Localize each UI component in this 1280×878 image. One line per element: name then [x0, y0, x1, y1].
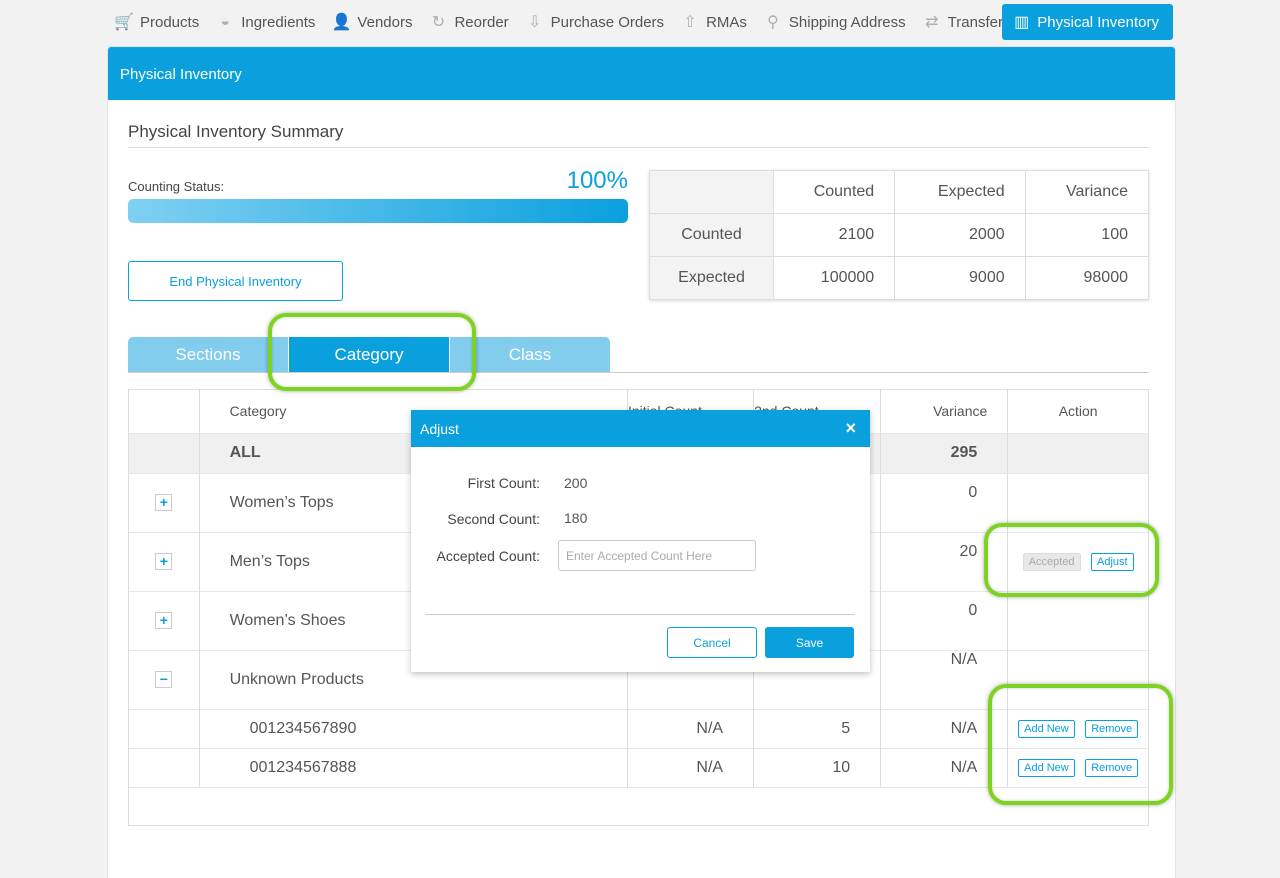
expand-icon[interactable]: +: [155, 552, 173, 570]
nav-label: Purchase Orders: [550, 13, 665, 31]
nav-vendors[interactable]: 👤 Vendors: [325, 4, 418, 40]
nav-physical-inventory[interactable]: ▥ Physical Inventory: [1002, 4, 1173, 40]
nav-transfer[interactable]: ⇄ Transfer: [916, 4, 1009, 40]
header-variance: Variance: [880, 390, 1008, 433]
modal-title: Adjust: [420, 421, 459, 437]
highlight-category-tab: [268, 313, 476, 391]
nav-shipping-address[interactable]: ⚲ Shipping Address: [757, 4, 912, 40]
upload-icon: ⇧: [683, 14, 697, 31]
product-code: 001234567888: [198, 748, 628, 787]
row-header: Expected: [649, 256, 774, 300]
summary-row-expected: Expected 100000 9000 98000: [649, 256, 1150, 300]
accepted-count-label: Accepted Count:: [436, 548, 540, 564]
summary-table: Counted Expected Variance Counted 2100 2…: [649, 170, 1150, 300]
barcode-icon: ▥: [1014, 14, 1030, 31]
modal-header: Adjust ×: [411, 410, 870, 447]
accepted-count-input[interactable]: Enter Accepted Count Here: [558, 540, 756, 571]
row-header: Counted: [649, 213, 774, 257]
nav-label: Transfer: [947, 13, 1003, 31]
person-icon: 👤: [331, 14, 352, 31]
summary-row-counted: Counted 2100 2000 100: [649, 213, 1150, 257]
cart-icon: 🛒: [114, 14, 134, 31]
nav-ingredients[interactable]: ◒ Ingredients: [209, 4, 321, 40]
empty-cell: [129, 433, 200, 473]
variance-value: 295: [880, 433, 1008, 473]
variance-value: 0: [880, 591, 1008, 650]
expand-icon[interactable]: +: [155, 493, 173, 511]
empty-cell: [129, 709, 199, 748]
nav-label: Shipping Address: [788, 13, 906, 31]
nav-rmas[interactable]: ⇧ RMAs: [674, 4, 753, 40]
cell-value: 9000: [894, 256, 1026, 300]
tab-sections[interactable]: Sections: [128, 337, 288, 372]
top-nav: 🛒 Products ◒ Ingredients 👤 Vendors ↻ Reorder…: [108, 4, 1173, 40]
second-count-value: 10: [753, 748, 881, 787]
initial-count-value: N/A: [626, 709, 754, 748]
counting-status-label: Counting Status:: [128, 179, 225, 194]
nav-products[interactable]: 🛒 Products: [108, 4, 205, 40]
download-icon: ⇩: [527, 14, 542, 31]
corner-cell: [649, 170, 774, 214]
end-physical-inventory-button[interactable]: End Physical Inventory: [128, 261, 343, 301]
second-count-value: 5: [753, 709, 881, 748]
second-count-label: Second Count:: [447, 511, 540, 527]
counting-progress-bar: [128, 199, 628, 223]
header-action: Action: [1007, 390, 1148, 433]
expand-icon[interactable]: +: [155, 611, 173, 629]
nav-label: Reorder: [454, 13, 509, 31]
collapse-icon[interactable]: −: [155, 670, 173, 688]
nav-purchase-orders[interactable]: ⇩ Purchase Orders: [519, 4, 670, 40]
product-code: 001234567890: [198, 709, 628, 748]
variance-value: 0: [880, 473, 1008, 532]
divider: [425, 614, 855, 615]
progress-fill: [128, 199, 628, 223]
highlight-adjust-actions: [984, 523, 1159, 597]
save-button[interactable]: Save: [765, 627, 854, 658]
empty-cell: [1007, 591, 1148, 650]
cancel-button[interactable]: Cancel: [667, 627, 757, 658]
nav-label: RMAs: [706, 13, 747, 31]
panel-title: Physical Inventory: [108, 47, 1175, 100]
cell-value: 2000: [894, 213, 1026, 257]
header-variance: Variance: [1024, 170, 1150, 214]
map-pin-icon: ⚲: [767, 14, 779, 31]
first-count-label: First Count:: [467, 475, 540, 491]
summary-title: Physical Inventory Summary: [128, 122, 344, 141]
highlight-unknown-actions: [988, 684, 1173, 805]
header-counted: Counted: [772, 170, 896, 214]
adjust-modal: Adjust × First Count: 200 Second Count: …: [411, 410, 870, 672]
counting-status-percent: 100%: [566, 167, 628, 194]
cell-value: 2100: [772, 213, 896, 257]
close-icon[interactable]: ×: [845, 418, 856, 439]
empty-cell: [1007, 433, 1148, 473]
nav-label: Vendors: [357, 13, 413, 31]
transfer-icon: ⇄: [924, 14, 939, 31]
nav-label: Physical Inventory: [1037, 13, 1159, 31]
initial-count-value: N/A: [626, 748, 754, 787]
divider: [128, 147, 1149, 148]
bowl-icon: ◒: [220, 13, 231, 30]
second-count-value: 180: [564, 510, 588, 526]
header-toggle: [129, 390, 199, 433]
nav-label: Products: [140, 13, 200, 31]
header-expected: Expected: [894, 170, 1026, 214]
summary-header-row: Counted Expected Variance: [649, 170, 1150, 214]
first-count-value: 200: [564, 475, 588, 491]
nav-label: Ingredients: [241, 13, 316, 31]
cell-value: 100: [1024, 213, 1150, 257]
cell-value: 100000: [772, 256, 896, 300]
refresh-icon: ↻: [431, 14, 446, 31]
nav-reorder[interactable]: ↻ Reorder: [422, 4, 514, 40]
empty-cell: [129, 748, 199, 787]
cell-value: 98000: [1024, 256, 1150, 300]
